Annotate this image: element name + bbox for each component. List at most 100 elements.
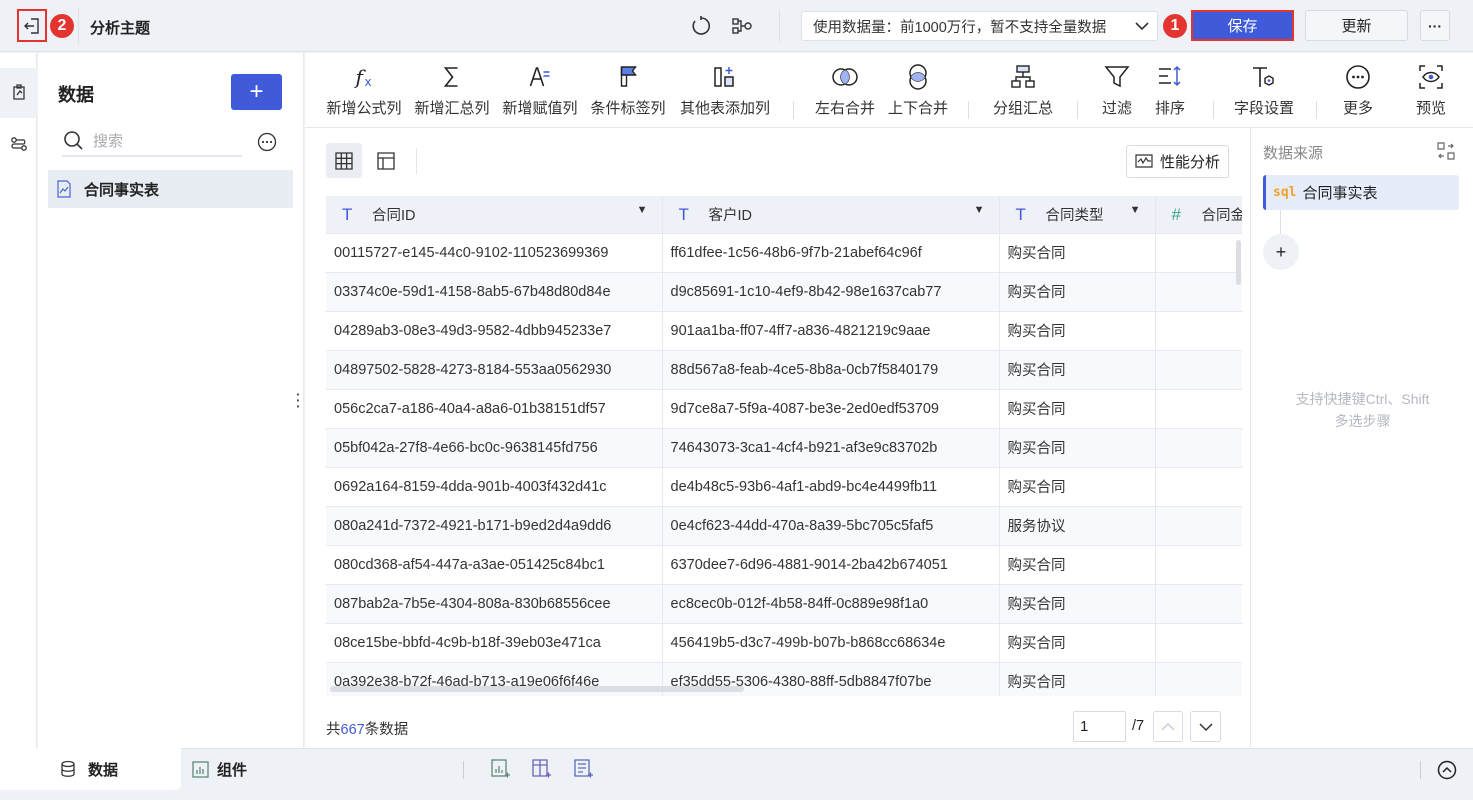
back-button[interactable] (17, 9, 47, 42)
vertical-scrollbar[interactable] (1236, 240, 1241, 285)
tool-more[interactable]: 更多 (1343, 53, 1373, 128)
update-button[interactable]: 更新 (1305, 10, 1408, 41)
add-data-button[interactable]: + (231, 74, 282, 110)
table-row[interactable]: 087bab2a-7b5e-4304-808a-830b68556cee ec8c… (326, 584, 1242, 624)
tool-formula[interactable]: f x 新增公式列 (326, 53, 401, 128)
column-name: 客户ID (708, 207, 753, 224)
add-filter-button[interactable] (574, 759, 594, 779)
table-cell: 03374c0e-59d1-4158-8ab5-67b48d80d84e (326, 272, 663, 312)
tool-flag[interactable]: 条件标签列 (590, 53, 666, 128)
page-input[interactable]: 1 (1073, 711, 1126, 742)
panel-more-button[interactable] (257, 132, 277, 152)
tab-components[interactable]: 组件 (192, 759, 247, 780)
table-cell: 087bab2a-7b5e-4304-808a-830b68556cee (326, 584, 663, 624)
tab-data-label: 数据 (88, 761, 119, 779)
grid-icon (335, 151, 353, 170)
table-cell (1155, 272, 1242, 312)
tool-filter[interactable]: 过滤 (1102, 53, 1132, 128)
prev-page-button[interactable] (1153, 711, 1183, 742)
switch-icon (1437, 142, 1455, 160)
performance-analysis-button[interactable]: 性能分析 (1126, 145, 1229, 178)
data-volume-select[interactable]: 使用数据量：前1000万行，暂不支持全量数据 (801, 11, 1158, 41)
text-type-icon: T (678, 204, 689, 224)
table-row[interactable]: 04289ab3-08e3-49d3-9582-4dbb945233e7 901a… (326, 311, 1242, 351)
table-cell: 00115727-e145-44c0-9102-110523699369 (326, 233, 663, 273)
more-button[interactable]: ··· (1420, 10, 1450, 41)
tool-field-settings[interactable]: 字段设置 (1234, 53, 1294, 128)
table-cell: 080cd368-af54-447a-a3ae-051425c84bc1 (326, 545, 663, 585)
left-rail (0, 53, 37, 748)
step-connector (1280, 210, 1281, 234)
tool-group[interactable]: 分组汇总 (993, 53, 1053, 128)
table-row[interactable]: 04897502-5828-4273-8184-553aa0562930 88d5… (326, 350, 1242, 390)
tool-assign[interactable]: 新增赋值列 (502, 53, 578, 128)
layout-view-button[interactable] (368, 143, 404, 178)
horizontal-scrollbar[interactable] (330, 686, 744, 692)
add-chart-button[interactable] (491, 759, 511, 779)
tab-data[interactable]: 数据 (0, 748, 181, 790)
tool-label: 新增汇总列 (414, 100, 490, 117)
next-page-button[interactable] (1190, 711, 1221, 742)
record-count: 共667条数据 (326, 718, 408, 739)
step-badge-2: 2 (50, 14, 74, 38)
lineage-button[interactable] (731, 16, 753, 36)
tool-label: 过滤 (1101, 100, 1133, 117)
tool-label: 条件标签列 (590, 100, 666, 117)
refresh-button[interactable] (690, 15, 712, 37)
text-type-icon: T (342, 204, 353, 224)
tool-add-column[interactable]: 其他表添加列 (680, 53, 770, 128)
table-list-item[interactable]: 合同事实表 (48, 170, 293, 208)
table-row[interactable]: 00115727-e145-44c0-9102-110523699369 ff61… (326, 233, 1242, 273)
collapse-button[interactable] (1437, 760, 1457, 780)
formula-icon: fx (353, 65, 371, 89)
table-row[interactable]: 05bf042a-27f8-4e66-bc0c-9638145fd756 7464… (326, 428, 1242, 468)
dropdown-arrow-icon[interactable]: ▼ (974, 204, 985, 216)
table-row[interactable]: 056c2ca7-a186-40a4-a8a6-01b38151df57 9d7c… (326, 389, 1242, 429)
table-row[interactable]: 0692a164-8159-4dda-901b-4003f432d41c de4b… (326, 467, 1242, 507)
table-cell: 购买合同 (999, 311, 1156, 351)
dropdown-arrow-icon[interactable]: ▼ (1130, 204, 1141, 216)
table-row[interactable]: 08ce15be-bbfd-4c9b-b18f-39eb03e471ca 4564… (326, 623, 1242, 663)
table-cell: 购买合同 (999, 467, 1156, 507)
table-name: 合同事实表 (84, 181, 160, 199)
switch-view-button[interactable] (1437, 142, 1455, 160)
column-header[interactable]: # 合同金 (1155, 196, 1242, 234)
table-cell: 服务协议 (999, 506, 1156, 546)
add-table-button[interactable] (532, 759, 552, 779)
table-cell: 购买合同 (999, 233, 1156, 273)
sort-icon (1158, 65, 1181, 87)
tool-sigma[interactable]: 新增汇总列 (414, 53, 490, 128)
table-cell (1155, 467, 1242, 507)
table-row[interactable]: 080cd368-af54-447a-a3ae-051425c84bc1 6370… (326, 545, 1242, 585)
table-row[interactable]: 03374c0e-59d1-4158-8ab5-67b48d80d84e d9c8… (326, 272, 1242, 312)
resize-handle[interactable]: · · · (296, 387, 301, 413)
column-header[interactable]: T 合同类型 ▼ (999, 196, 1156, 234)
divider (78, 8, 79, 44)
rail-item-flow[interactable] (0, 119, 37, 169)
table-cell (1155, 623, 1242, 663)
tool-merge-tb[interactable]: 上下合并 (888, 53, 948, 128)
data-panel: 数据 + 搜索 合同事实表 · · · (38, 53, 304, 748)
table-cell: 056c2ca7-a186-40a4-a8a6-01b38151df57 (326, 389, 663, 429)
column-header[interactable]: T 客户ID ▼ (662, 196, 1000, 234)
save-button[interactable]: 保存 (1191, 10, 1294, 41)
performance-icon (1135, 153, 1153, 168)
table-cell (1155, 233, 1242, 273)
tool-sort[interactable]: 排序 (1155, 53, 1185, 128)
table-cell (1155, 506, 1242, 546)
column-header[interactable]: T 合同ID ▼ (326, 196, 663, 234)
grid-view-button[interactable] (326, 143, 362, 178)
add-chart-icon (491, 759, 510, 778)
step-item-source[interactable]: sql 合同事实表 (1263, 175, 1459, 210)
tool-preview[interactable]: 预览 (1416, 53, 1446, 128)
dropdown-arrow-icon[interactable]: ▼ (637, 204, 648, 216)
add-step-button[interactable]: + (1263, 234, 1299, 270)
shortcut-hint: 支持快捷键Ctrl、Shift 多选步骤 (1251, 388, 1473, 432)
table-cell: 0692a164-8159-4dda-901b-4003f432d41c (326, 467, 663, 507)
search-input[interactable]: 搜索 (62, 125, 242, 157)
table-cell: 购买合同 (999, 584, 1156, 624)
rail-item-data[interactable] (0, 68, 37, 118)
tool-merge-lr[interactable]: 左右合并 (815, 53, 875, 128)
table-cell: de4b48c5-93b6-4af1-abd9-bc4e4499fb11 (662, 467, 1000, 507)
table-row[interactable]: 080a241d-7372-4921-b171-b9ed2d4a9dd6 0e4c… (326, 506, 1242, 546)
